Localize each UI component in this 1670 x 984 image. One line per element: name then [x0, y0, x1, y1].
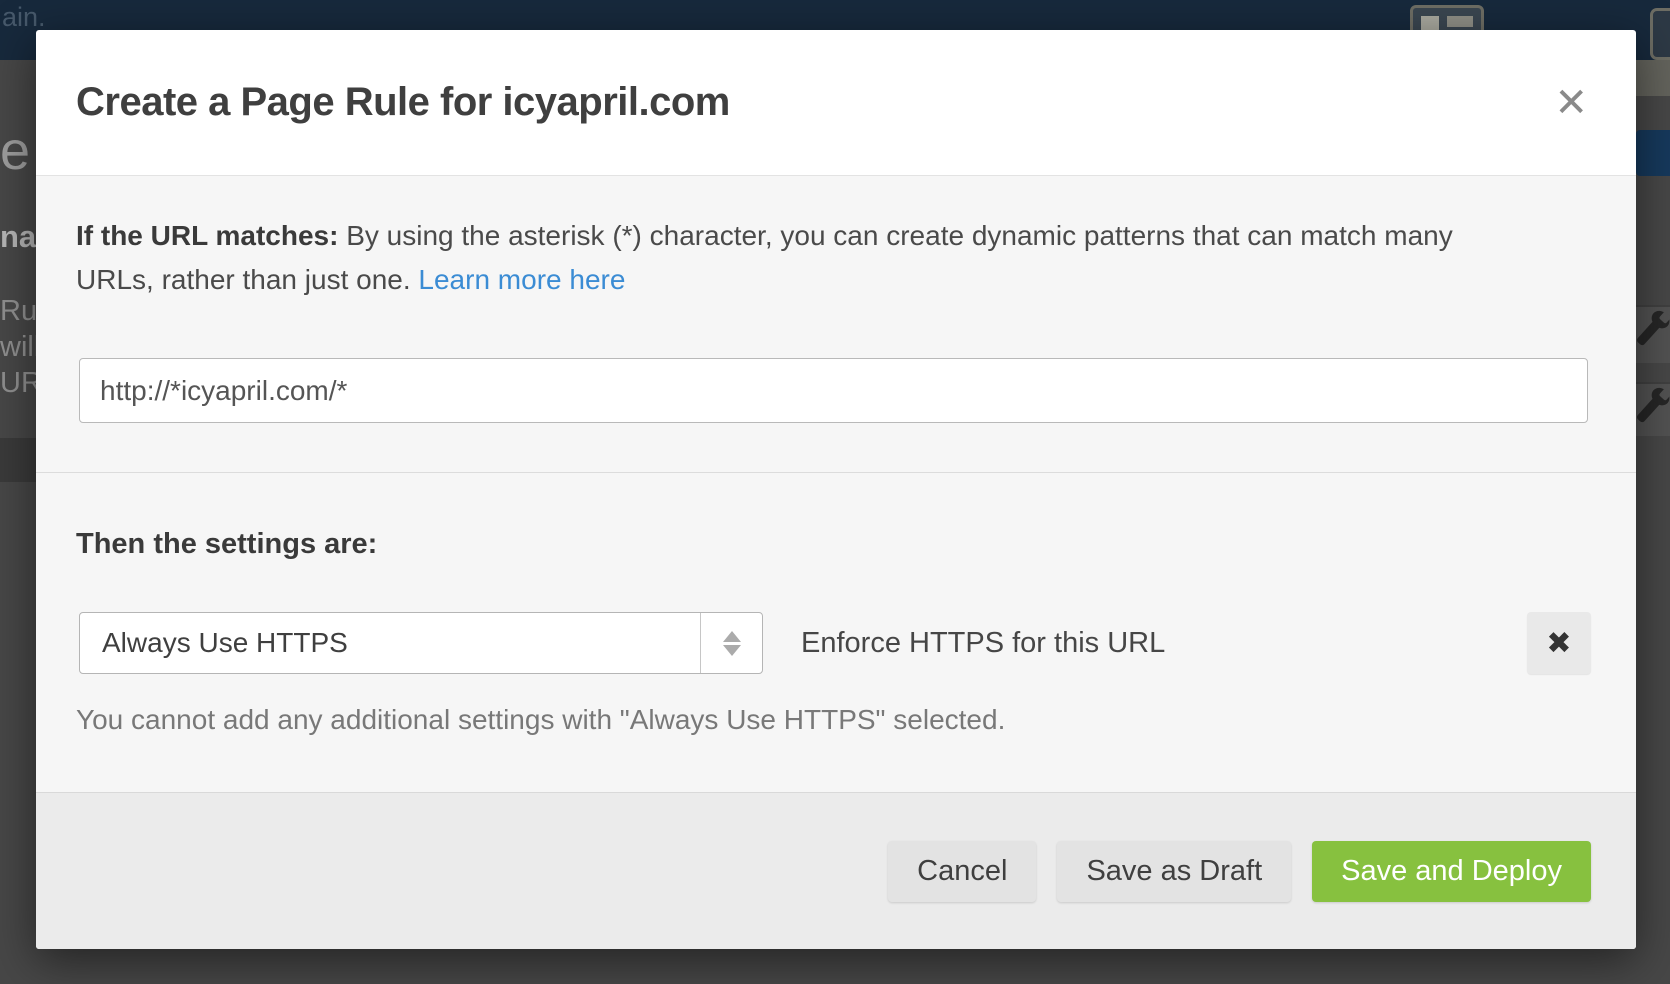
background-header-text: ain. [2, 2, 46, 33]
remove-setting-button[interactable]: ✖ [1527, 612, 1591, 674]
modal-footer: Cancel Save as Draft Save and Deploy [36, 792, 1636, 949]
background-text-fragment: will [0, 331, 40, 364]
background-text-fragment: Ru [0, 295, 37, 328]
background-table-header [0, 438, 36, 482]
wrench-icon [1636, 397, 1661, 424]
select-spinner[interactable] [700, 613, 762, 673]
url-match-section: If the URL matches: By using the asteris… [36, 176, 1636, 472]
setting-row: Always Use HTTPS Enforce HTTPS for this … [79, 612, 1591, 674]
background-button-edge [1636, 130, 1670, 176]
x-icon: ✖ [1546, 626, 1571, 661]
setting-description: Enforce HTTPS for this URL [801, 627, 1165, 660]
close-icon[interactable]: ✕ [1554, 83, 1588, 123]
settings-heading: Then the settings are: [76, 528, 1591, 561]
background-rule-row [1636, 305, 1670, 363]
settings-section: Then the settings are: Always Use HTTPS … [36, 472, 1636, 736]
save-and-deploy-button[interactable]: Save and Deploy [1312, 841, 1591, 902]
setting-note: You cannot add any additional settings w… [76, 704, 1591, 736]
background-rule-row [1636, 382, 1670, 436]
background-table-header [1636, 60, 1670, 96]
background-text-fragment: e [0, 120, 30, 182]
url-match-description: If the URL matches: By using the asteris… [76, 214, 1506, 302]
wrench-icon [1636, 320, 1661, 347]
chevron-up-icon [723, 631, 741, 642]
learn-more-link[interactable]: Learn more here [418, 264, 625, 295]
panel-icon [1650, 8, 1670, 60]
screen: ain. e nav Ru will UR Create a Page Rule… [0, 0, 1670, 984]
url-match-label: If the URL matches: [76, 220, 338, 251]
url-pattern-input[interactable] [79, 358, 1588, 423]
modal-header: Create a Page Rule for icyapril.com ✕ [36, 30, 1636, 175]
create-page-rule-modal: Create a Page Rule for icyapril.com ✕ If… [36, 30, 1636, 949]
cancel-button[interactable]: Cancel [888, 841, 1036, 902]
setting-select-value: Always Use HTTPS [80, 627, 700, 659]
chevron-down-icon [723, 645, 741, 656]
save-as-draft-button[interactable]: Save as Draft [1057, 841, 1291, 902]
modal-body: If the URL matches: By using the asteris… [36, 175, 1636, 792]
setting-select[interactable]: Always Use HTTPS [79, 612, 763, 674]
modal-title: Create a Page Rule for icyapril.com [76, 80, 730, 125]
